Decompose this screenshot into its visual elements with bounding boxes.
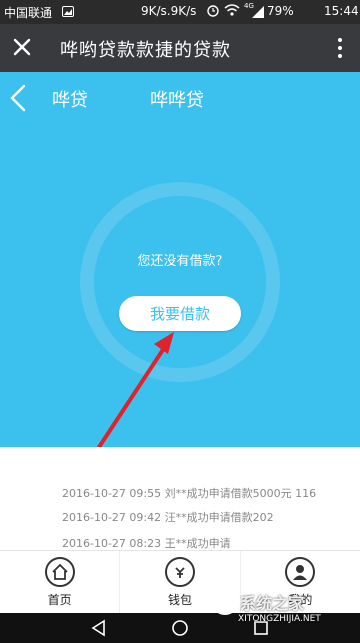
back-triangle-icon[interactable] <box>90 619 108 637</box>
home-icon <box>44 557 75 587</box>
more-menu-icon[interactable] <box>328 36 352 60</box>
clock: 15:44 <box>324 4 359 18</box>
nav-home[interactable]: 首页 <box>0 551 121 613</box>
watermark-text: 系统之家 <box>240 594 305 613</box>
alarm-icon <box>206 3 220 20</box>
feed-item: 2016-10-27 09:42 汪**成功申请借款202 <box>62 511 274 524</box>
watermark-url: XITONGZHIJIA.NET <box>238 614 321 624</box>
nav-wallet-label: 钱包 <box>167 593 192 607</box>
image-notification-icon <box>62 6 74 17</box>
network-speed: 9K/s.9K/s <box>141 4 197 18</box>
close-icon[interactable] <box>10 35 34 59</box>
tab-huadai[interactable]: 哗贷 <box>52 86 88 112</box>
status-bar: 中国联通 9K/s.9K/s 4G 79% 15:44 <box>0 0 360 24</box>
yen-bag-icon <box>164 557 195 587</box>
carrier-label: 中国联通 <box>4 6 53 20</box>
borrow-button[interactable]: 我要借款 <box>119 296 241 331</box>
loan-ring-center <box>94 196 266 368</box>
user-icon <box>285 557 316 587</box>
back-icon[interactable] <box>8 84 28 112</box>
no-loan-message: 您还没有借款? <box>137 254 223 269</box>
watermark: 系统之家 XITONGZHIJIA.NET <box>210 584 360 634</box>
page-title: 哗哟贷款款捷的贷款 <box>60 40 231 61</box>
loan-feed: 2016-10-27 09:55 刘**成功申请借款5000元 116 2016… <box>0 447 360 550</box>
title-bar: 哗哟贷款款捷的贷款 <box>0 24 360 72</box>
wifi-icon <box>224 3 240 20</box>
feed-item: 2016-10-27 08:23 王**成功申请 <box>62 537 231 550</box>
battery-level: 79% <box>267 4 294 18</box>
signal-icon <box>252 6 264 18</box>
feed-item: 2016-10-27 09:55 刘**成功申请借款5000元 116 <box>62 487 317 500</box>
tab-huahuadai[interactable]: 哗哗贷 <box>150 86 204 112</box>
nav-home-label: 首页 <box>47 593 72 607</box>
home-circle-icon[interactable] <box>171 619 189 637</box>
watermark-logo-icon <box>211 587 239 615</box>
loan-hero: 哗贷 哗哗贷 您还没有借款? 我要借款 <box>0 72 360 447</box>
